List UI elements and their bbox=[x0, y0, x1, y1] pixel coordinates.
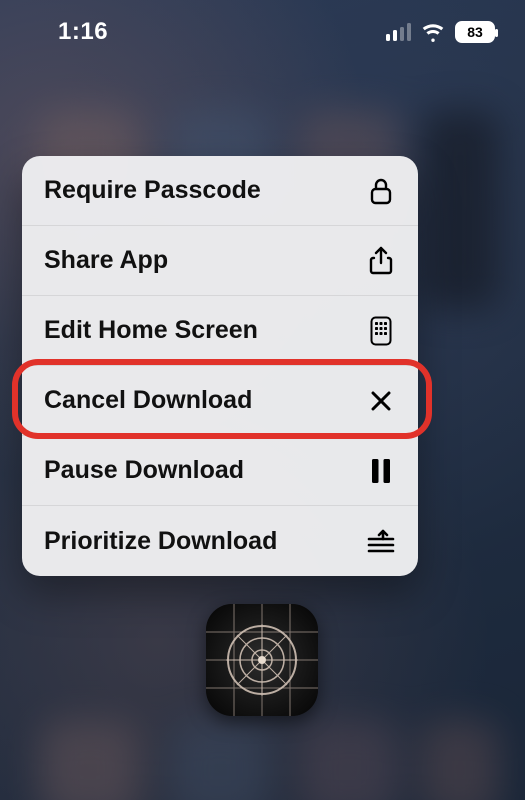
menu-item-label: Prioritize Download bbox=[44, 527, 277, 556]
battery-icon: 83 bbox=[455, 21, 495, 43]
menu-item-label: Cancel Download bbox=[44, 386, 252, 415]
menu-item-share-app[interactable]: Share App bbox=[22, 226, 418, 296]
menu-item-pause-download[interactable]: Pause Download bbox=[22, 436, 418, 506]
menu-item-label: Share App bbox=[44, 246, 168, 275]
battery-percent: 83 bbox=[467, 24, 483, 40]
menu-item-prioritize-download[interactable]: Prioritize Download bbox=[22, 506, 418, 576]
context-menu: Require Passcode Share App Edit Home Scr… bbox=[22, 156, 418, 576]
cellular-icon bbox=[386, 23, 411, 41]
menu-item-edit-home-screen[interactable]: Edit Home Screen bbox=[22, 296, 418, 366]
menu-item-require-passcode[interactable]: Require Passcode bbox=[22, 156, 418, 226]
downloading-app-icon[interactable] bbox=[206, 604, 318, 716]
lock-icon bbox=[366, 176, 396, 206]
wifi-icon bbox=[421, 20, 445, 44]
ios-home-screen: 1:16 83 Require Passcode Shar bbox=[0, 0, 525, 800]
status-right: 83 bbox=[386, 20, 495, 44]
pause-icon bbox=[366, 456, 396, 486]
menu-item-label: Edit Home Screen bbox=[44, 316, 258, 345]
priority-icon bbox=[366, 526, 396, 556]
apps-grid-icon bbox=[366, 316, 396, 346]
status-time: 1:16 bbox=[58, 18, 108, 46]
menu-item-cancel-download[interactable]: Cancel Download bbox=[22, 366, 418, 436]
status-bar: 1:16 83 bbox=[0, 0, 525, 64]
menu-item-label: Pause Download bbox=[44, 456, 244, 485]
share-icon bbox=[366, 246, 396, 276]
close-icon bbox=[366, 386, 396, 416]
menu-item-label: Require Passcode bbox=[44, 176, 261, 205]
